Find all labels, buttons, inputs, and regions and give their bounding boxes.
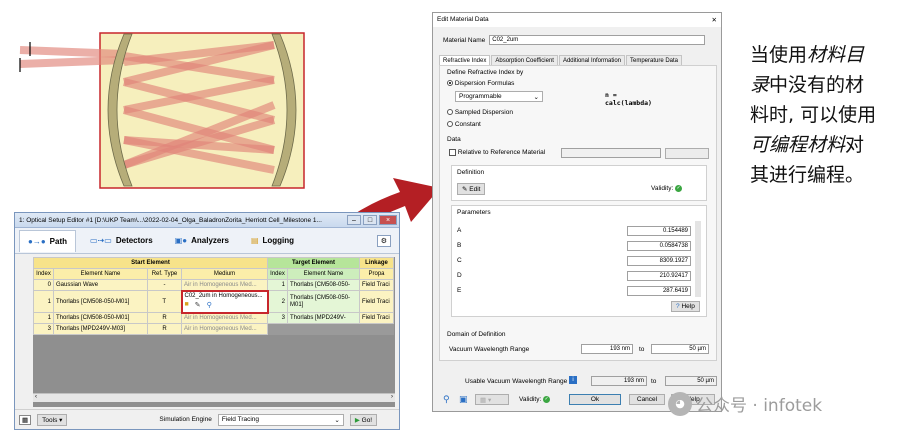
ose-statusbar: ▦ Tools ▾ Simulation Engine Field Tracin… <box>15 409 399 429</box>
play-icon: ▶ <box>354 416 360 424</box>
parameters-help-button[interactable]: ? Help <box>671 301 700 312</box>
disabled-tools-button: ▦ ▾ <box>475 394 509 405</box>
param-b-input[interactable]: 0.0584738 <box>627 240 691 251</box>
col-element-name: Element Name <box>53 268 148 280</box>
relative-checkbox[interactable]: Relative to Reference Material <box>449 149 545 156</box>
emd-titlebar: Edit Material Data ✕ <box>433 13 721 27</box>
tools-button[interactable]: Tools ▾ <box>37 413 68 426</box>
folder-icon[interactable]: ■ <box>185 301 189 309</box>
edit-material-data-dialog: Edit Material Data ✕ Material Name C02_2… <box>432 12 722 412</box>
wechat-icon: ◕ <box>668 391 692 416</box>
settings-icon[interactable]: ⚙ <box>376 234 391 247</box>
tab-detectors[interactable]: ▭⇢▭ Detectors <box>82 230 161 252</box>
edit-pencil-icon[interactable]: ✎ <box>195 301 201 309</box>
usable-label: Usable Vacuum Wavelength Range <box>465 378 568 385</box>
option-sampled-dispersion[interactable]: Sampled Dispersion <box>447 109 513 116</box>
reference-browse-button[interactable] <box>665 148 709 159</box>
param-e-input[interactable]: 287.6419 <box>627 285 691 296</box>
col-index: Index <box>33 268 54 280</box>
horizontal-scrollbar[interactable]: ‹ › <box>33 393 395 402</box>
check-icon: ✓ <box>675 185 683 192</box>
optical-setup-editor-window: 1: Optical Setup Editor #1 [D:\UKP Team\… <box>14 212 400 430</box>
definition-label: Definition <box>457 169 485 176</box>
definition-validity: Validity: ✓ <box>651 185 683 193</box>
go-button[interactable]: ▶ Go! <box>349 413 378 426</box>
footer-validity: Validity: ✓ <box>519 396 551 404</box>
domain-label: Domain of Definition <box>447 331 506 338</box>
reference-material-input[interactable] <box>561 148 661 158</box>
path-icon: ●→● <box>28 236 46 246</box>
define-by-label: Define Refractive Index by <box>447 69 524 76</box>
ose-title: 1: Optical Setup Editor #1 [D:\UKP Team\… <box>19 216 322 224</box>
chevron-down-icon: ⌄ <box>334 416 340 424</box>
data-label: Data <box>447 136 461 143</box>
maximize-button[interactable]: □ <box>363 215 377 225</box>
col-propagation: Propa <box>359 268 394 280</box>
formula-select[interactable]: Programmable ⌄ <box>455 91 543 102</box>
table-row[interactable]: 3 Thorlabs [MPD249V-M03] R Air in Homoge… <box>33 323 394 335</box>
save-icon[interactable]: ▣ <box>459 394 468 405</box>
sim-engine-label: Simulation Engine <box>159 416 212 423</box>
col-target-name: Element Name <box>287 268 360 280</box>
logging-icon: ▤ <box>250 236 259 245</box>
option-dispersion-formulas[interactable]: Dispersion Formulas <box>447 80 514 87</box>
parameters-scrollbar[interactable] <box>695 221 701 297</box>
ok-button[interactable]: Ok <box>569 394 621 405</box>
minimize-button[interactable]: – <box>347 215 361 225</box>
catalog-icon[interactable]: ▦ <box>19 414 32 425</box>
ose-tabbar: ●→● Path ▭⇢▭ Detectors ▣● Analyzers ▤ Lo… <box>15 228 399 254</box>
close-button[interactable]: × <box>379 215 397 225</box>
table-row[interactable]: 0 Gaussian Wave - Air in Homogeneous Med… <box>33 279 394 291</box>
table-row[interactable]: 1 Thorlabs [CM508-050-M01] T C02_2um in … <box>33 289 394 314</box>
option-constant[interactable]: Constant <box>447 121 481 128</box>
parameters-list: A 0.154489 B 0.0584738 C 8309.1927 D 210.924… <box>457 223 701 298</box>
table-row[interactable]: 1 Thorlabs [CM508-050-M01] R Air in Homo… <box>33 312 394 324</box>
analyzers-icon: ▣● <box>174 236 188 245</box>
edit-button[interactable]: ✎ Edit <box>457 183 486 195</box>
vwr-label: Vacuum Wavelength Range <box>449 346 530 353</box>
formula-text: n = calc(lambda) <box>605 91 652 107</box>
cancel-button[interactable]: Cancel <box>629 394 665 405</box>
sim-engine-select[interactable]: Field Tracing ⌄ <box>217 413 344 426</box>
param-c-input[interactable]: 8309.1927 <box>627 255 691 266</box>
group-linkage: Linkage <box>359 257 394 269</box>
group-start-element: Start Element <box>33 257 268 269</box>
col-target-index: Index <box>267 268 288 280</box>
pencil-icon: ✎ <box>462 186 468 193</box>
check-icon: ✓ <box>543 396 551 403</box>
search-icon[interactable]: ⚲ <box>443 394 450 405</box>
tab-logging[interactable]: ▤ Logging <box>243 230 302 252</box>
col-medium: Medium <box>181 268 268 280</box>
usable-min-field: 193 nm <box>591 376 647 386</box>
tab-analyzers[interactable]: ▣● Analyzers <box>167 230 237 252</box>
path-table: Start Element Target Element Linkage Ind… <box>33 257 394 335</box>
group-target-element: Target Element <box>267 257 360 269</box>
close-icon[interactable]: ✕ <box>712 16 717 24</box>
watermark: ◕ 公众号 · infotek <box>668 391 822 416</box>
param-d-input[interactable]: 210.92417 <box>627 270 691 281</box>
info-icon[interactable]: i <box>569 376 577 384</box>
help-icon: ? <box>676 303 680 310</box>
definition-box <box>451 165 707 201</box>
description-text: 当使用材料目 录中没有的材 料时, 可以使用 可编程材料对 其进行编程。 <box>750 44 877 186</box>
vwr-max-input[interactable]: 50 µm <box>651 344 709 354</box>
vwr-min-input[interactable]: 193 nm <box>581 344 633 354</box>
detectors-icon: ▭⇢▭ <box>90 236 112 245</box>
col-ref-type: Ref. Type <box>147 268 182 280</box>
chevron-down-icon: ⌄ <box>533 93 539 101</box>
material-name-input[interactable]: C02_2um <box>489 35 706 45</box>
param-a-input[interactable]: 0.154489 <box>627 225 691 236</box>
medium-cell-selected[interactable]: C02_2um in Homogeneous... ■ ✎ ⚲ <box>180 289 269 314</box>
tab-path[interactable]: ●→● Path <box>19 229 77 252</box>
parameters-label: Parameters <box>457 209 491 216</box>
usable-max-field: 50 µm <box>665 376 717 386</box>
magnifier-icon[interactable]: ⚲ <box>207 301 212 309</box>
material-name-label: Material Name <box>443 36 486 44</box>
ose-titlebar: 1: Optical Setup Editor #1 [D:\UKP Team\… <box>15 213 399 228</box>
